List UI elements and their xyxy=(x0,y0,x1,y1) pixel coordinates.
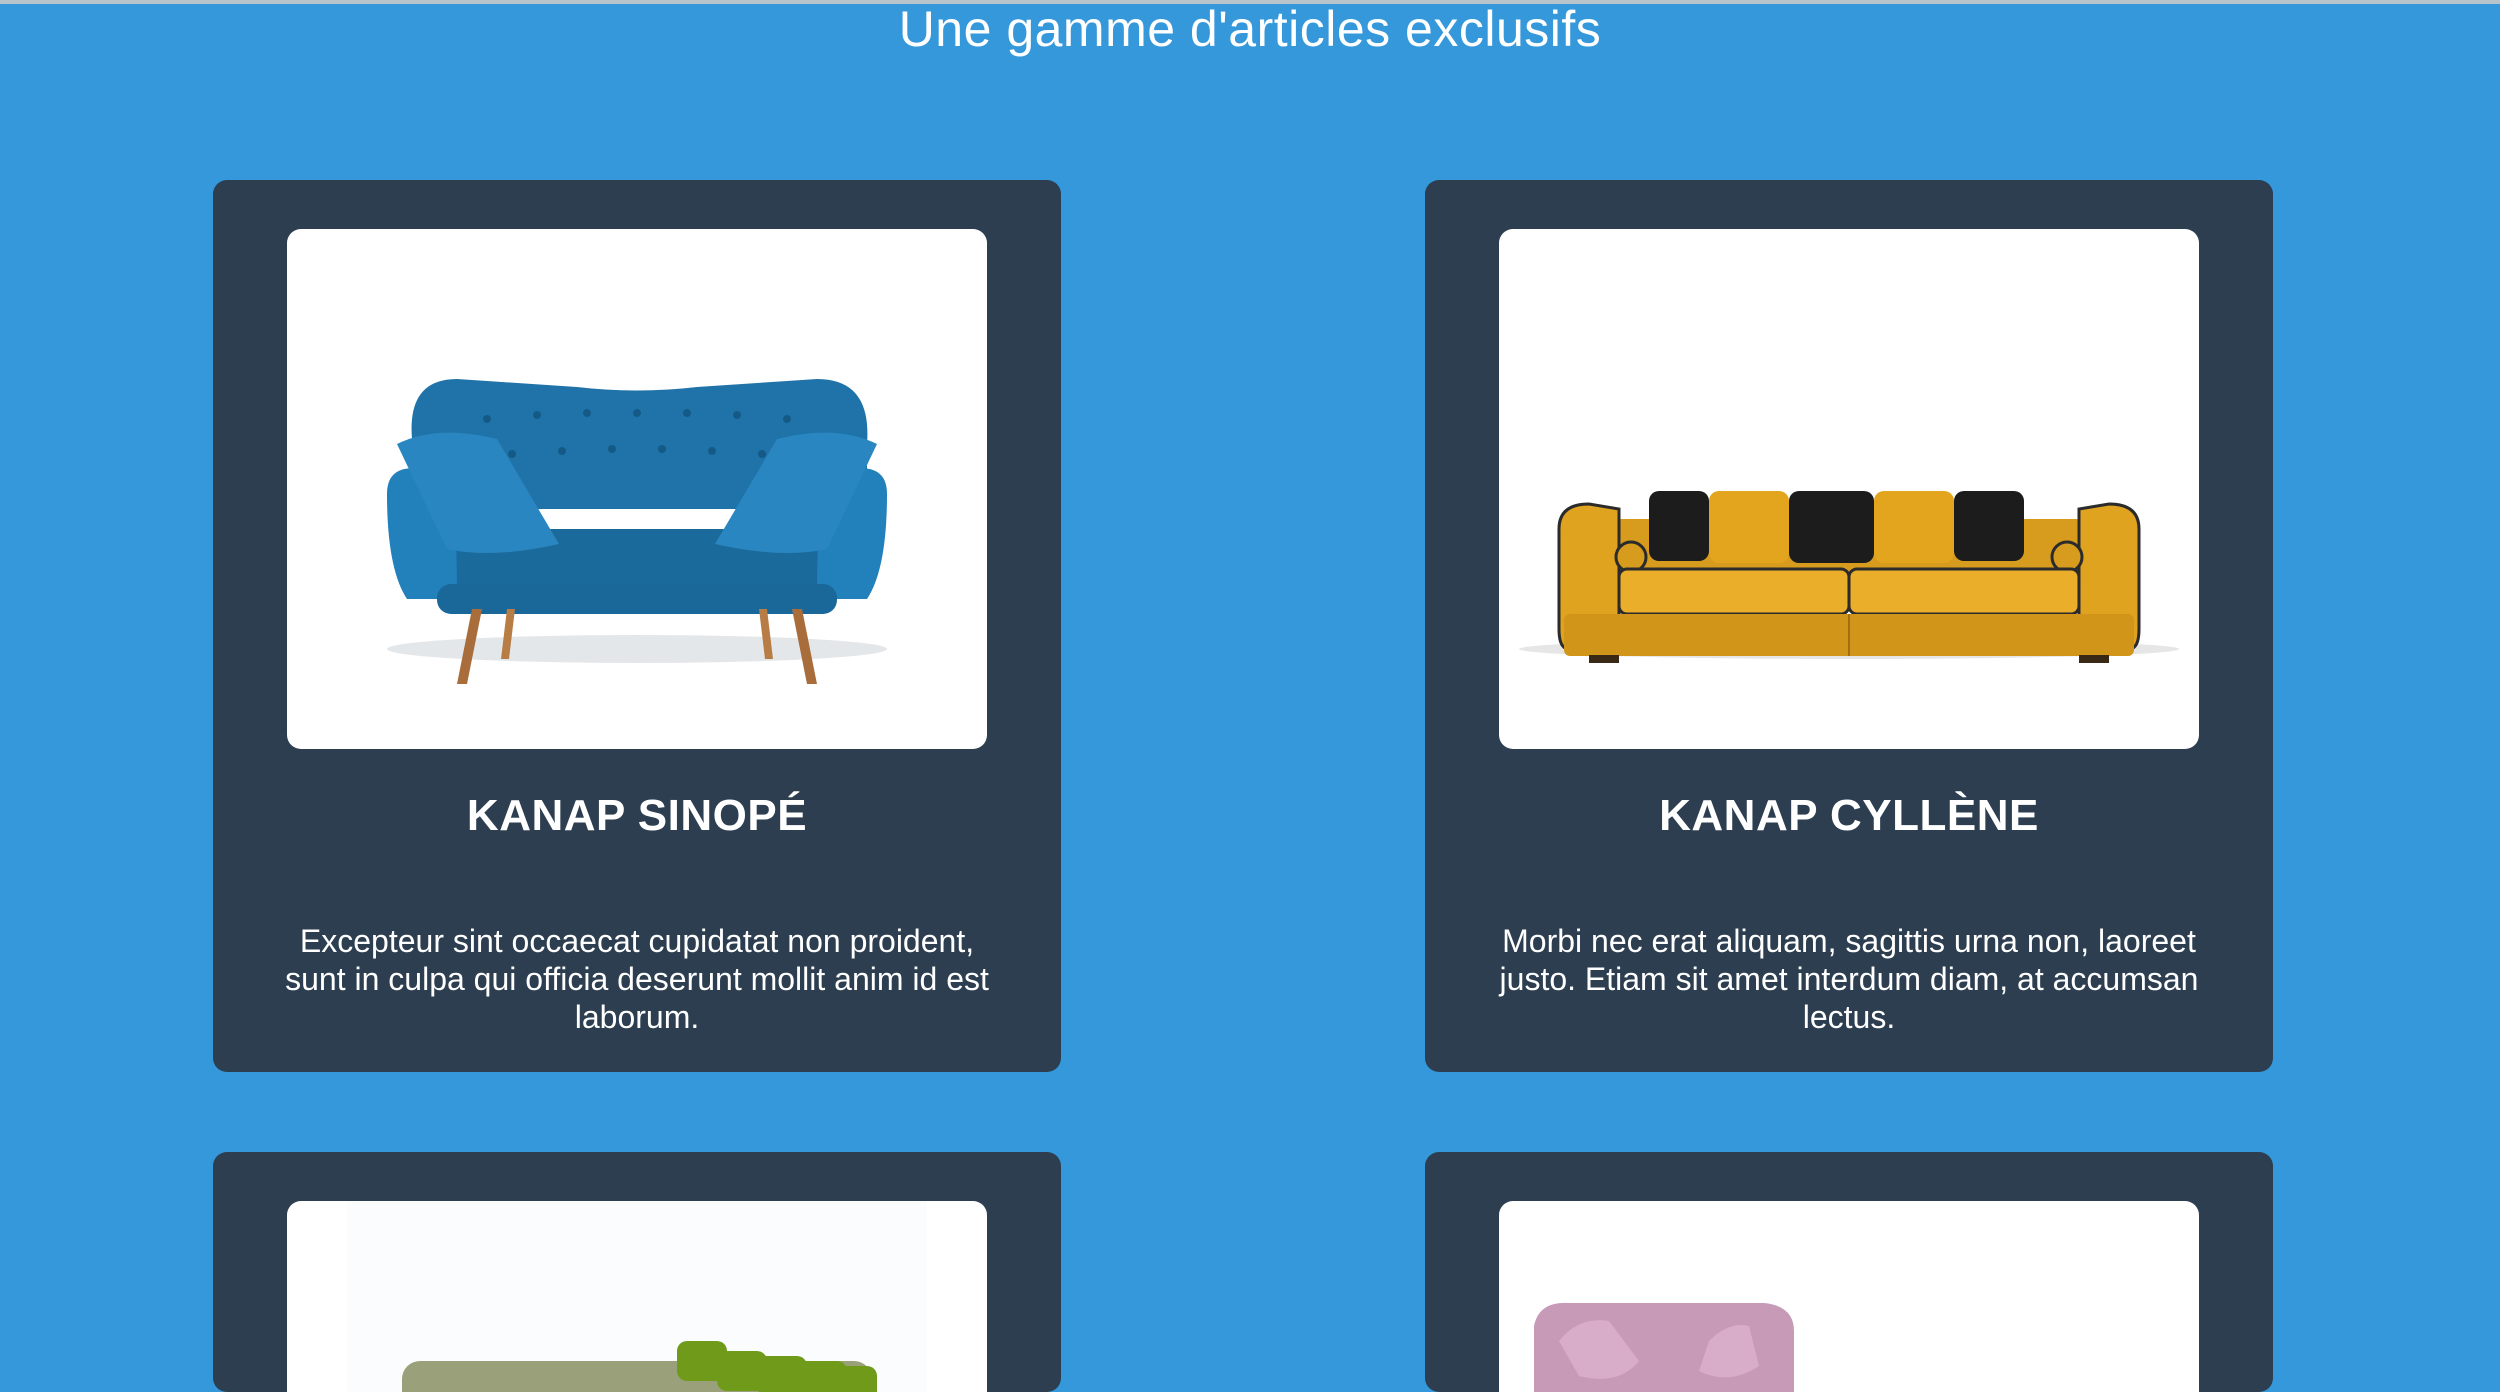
product-card-kanap-sinope[interactable]: KANAP SINOPÉ Excepteur sint occaecat cup… xyxy=(213,180,1061,1072)
yellow-sofa-image xyxy=(1519,491,2179,663)
product-image-frame[interactable] xyxy=(1499,229,2199,749)
product-card[interactable] xyxy=(1425,1152,2273,1392)
green-sofa-image xyxy=(347,1201,927,1392)
product-image-frame[interactable] xyxy=(287,1201,987,1392)
product-description: Excepteur sint occaecat cupidatat non pr… xyxy=(285,923,989,1035)
pink-sofa-image xyxy=(1534,1302,1794,1392)
product-image-frame[interactable] xyxy=(1499,1201,2199,1392)
product-name: KANAP SINOPÉ xyxy=(466,791,808,840)
product-image-frame[interactable] xyxy=(287,229,987,749)
product-name: KANAP CYLLÈNE xyxy=(1659,791,2039,840)
product-card-kanap-cyllene[interactable]: KANAP CYLLÈNE Morbi nec erat aliquam, sa… xyxy=(1425,180,2273,1072)
product-description: Morbi nec erat aliquam, sagittis urna no… xyxy=(1499,923,2199,1035)
blue-sofa-image xyxy=(387,379,887,684)
product-card[interactable] xyxy=(213,1152,1061,1392)
page-title: Une gamme d'articles exclusifs xyxy=(898,1,1602,57)
